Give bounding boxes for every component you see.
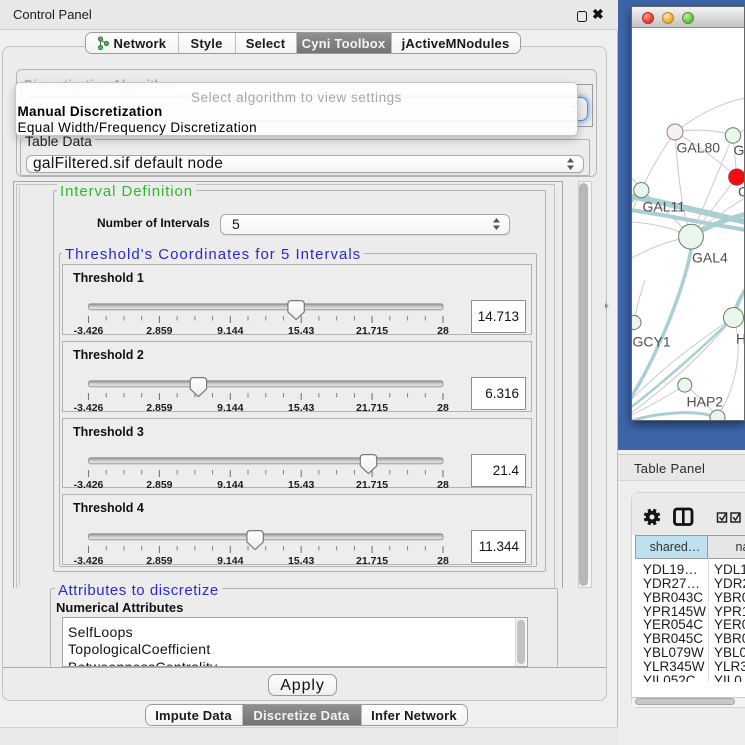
svg-text:9.144: 9.144 xyxy=(217,402,243,411)
svg-text:H: H xyxy=(736,331,744,347)
svg-text:21.715: 21.715 xyxy=(356,555,388,564)
svg-text:GCY1: GCY1 xyxy=(633,334,671,350)
svg-text:HAP2: HAP2 xyxy=(687,394,724,410)
svg-text:-3.426: -3.426 xyxy=(73,402,103,411)
svg-text:2.859: 2.859 xyxy=(146,402,172,411)
svg-text:2.859: 2.859 xyxy=(146,325,172,334)
svg-text:-3.426: -3.426 xyxy=(73,555,103,564)
svg-text:GAL80: GAL80 xyxy=(677,140,721,156)
svg-text:9.144: 9.144 xyxy=(217,325,243,334)
svg-text:GAL4: GAL4 xyxy=(692,250,728,266)
svg-text:Threshold 1: Threshold 1 xyxy=(73,271,144,285)
svg-text:15.43: 15.43 xyxy=(288,555,314,564)
svg-text:21.715: 21.715 xyxy=(356,402,388,411)
svg-text:28: 28 xyxy=(437,555,449,564)
svg-text:2.859: 2.859 xyxy=(146,478,172,487)
svg-text:28: 28 xyxy=(437,478,449,487)
svg-text:9.144: 9.144 xyxy=(217,555,243,564)
svg-text:2.859: 2.859 xyxy=(146,555,172,564)
svg-text:Threshold 3: Threshold 3 xyxy=(73,425,144,439)
svg-text:Threshold 4: Threshold 4 xyxy=(73,501,144,515)
svg-text:GA: GA xyxy=(734,142,745,158)
svg-text:9.144: 9.144 xyxy=(217,478,243,487)
svg-text:21.715: 21.715 xyxy=(356,325,388,334)
svg-text:-3.426: -3.426 xyxy=(73,478,103,487)
svg-text:28: 28 xyxy=(437,325,449,334)
svg-text:15.43: 15.43 xyxy=(288,325,314,334)
svg-text:C: C xyxy=(738,184,744,200)
svg-text:Threshold 2: Threshold 2 xyxy=(73,348,144,362)
svg-text:GAL11: GAL11 xyxy=(643,199,686,215)
svg-text:-3.426: -3.426 xyxy=(73,325,103,334)
svg-text:15.43: 15.43 xyxy=(288,402,314,411)
svg-text:21.715: 21.715 xyxy=(356,478,388,487)
svg-text:28: 28 xyxy=(437,402,449,411)
svg-text:15.43: 15.43 xyxy=(288,478,314,487)
